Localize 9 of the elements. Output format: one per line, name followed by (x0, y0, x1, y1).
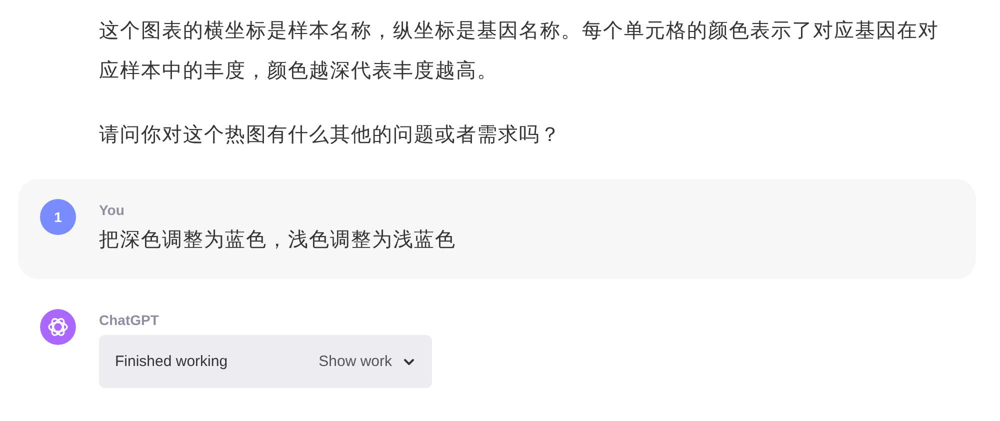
message-text: 把深色调整为蓝色，浅色调整为浅蓝色 (99, 228, 456, 253)
user-avatar: 1 (40, 199, 76, 235)
author-name: You (99, 201, 126, 220)
author-name: ChatGPT (99, 311, 160, 330)
assistant-avatar-icon (40, 309, 76, 345)
work-status: Finished working (115, 353, 228, 370)
answer-paragraph: 这个图表的横坐标是样本名称，纵坐标是基因名称。每个单元格的颜色表示了对应基因在对应样本中的丰度，颜色越深代表丰度越高。 (99, 19, 940, 84)
show-work-button[interactable]: Show work (318, 353, 416, 370)
answer-paragraph: 请问你对这个热图有什么其他的问题或者需求吗？ (99, 123, 562, 148)
